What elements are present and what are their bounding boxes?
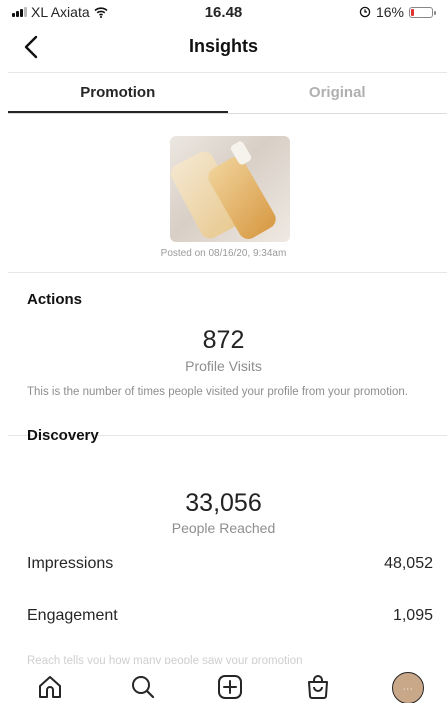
- posted-date: Posted on 08/16/20, 9:34am: [160, 248, 287, 259]
- engagement-label: Engagement: [27, 607, 118, 624]
- insights-tabs: Promotion Original: [8, 72, 447, 114]
- status-bar: XL Axiata 16.48 16%: [0, 0, 447, 22]
- profile-visits-value: 872: [202, 326, 245, 354]
- new-post-icon[interactable]: [217, 674, 243, 700]
- tab-original[interactable]: Original: [228, 73, 447, 113]
- page-title: Insights: [188, 36, 258, 56]
- engagement-value: 1,095: [392, 607, 433, 624]
- avatar-logo: • • •: [403, 685, 413, 691]
- people-reached-label: People Reached: [171, 520, 276, 536]
- battery-percent: 16%: [375, 4, 404, 20]
- profile-avatar[interactable]: • • •: [392, 672, 424, 703]
- actions-title: Actions: [27, 291, 83, 308]
- nav-bar: Insights: [0, 26, 447, 70]
- shop-icon[interactable]: [305, 674, 331, 700]
- battery-icon: [409, 6, 436, 18]
- status-right: 16%: [359, 4, 436, 20]
- profile-visits-label: Profile Visits: [185, 358, 262, 374]
- impressions-value: 48,052: [384, 555, 433, 572]
- tab-promotion[interactable]: Promotion: [8, 73, 228, 113]
- search-icon[interactable]: [130, 674, 156, 700]
- home-icon[interactable]: [37, 674, 63, 700]
- actions-description: This is the number of times people visit…: [27, 386, 408, 398]
- alarm-lock-icon: [359, 6, 371, 18]
- divider: [8, 272, 447, 273]
- discovery-title: Discovery: [27, 427, 99, 444]
- post-thumbnail[interactable]: [170, 136, 290, 242]
- people-reached-value: 33,056: [185, 489, 262, 517]
- bottom-tab-bar: • • •: [0, 664, 447, 703]
- battery-level: [411, 8, 414, 16]
- impressions-label: Impressions: [27, 555, 114, 572]
